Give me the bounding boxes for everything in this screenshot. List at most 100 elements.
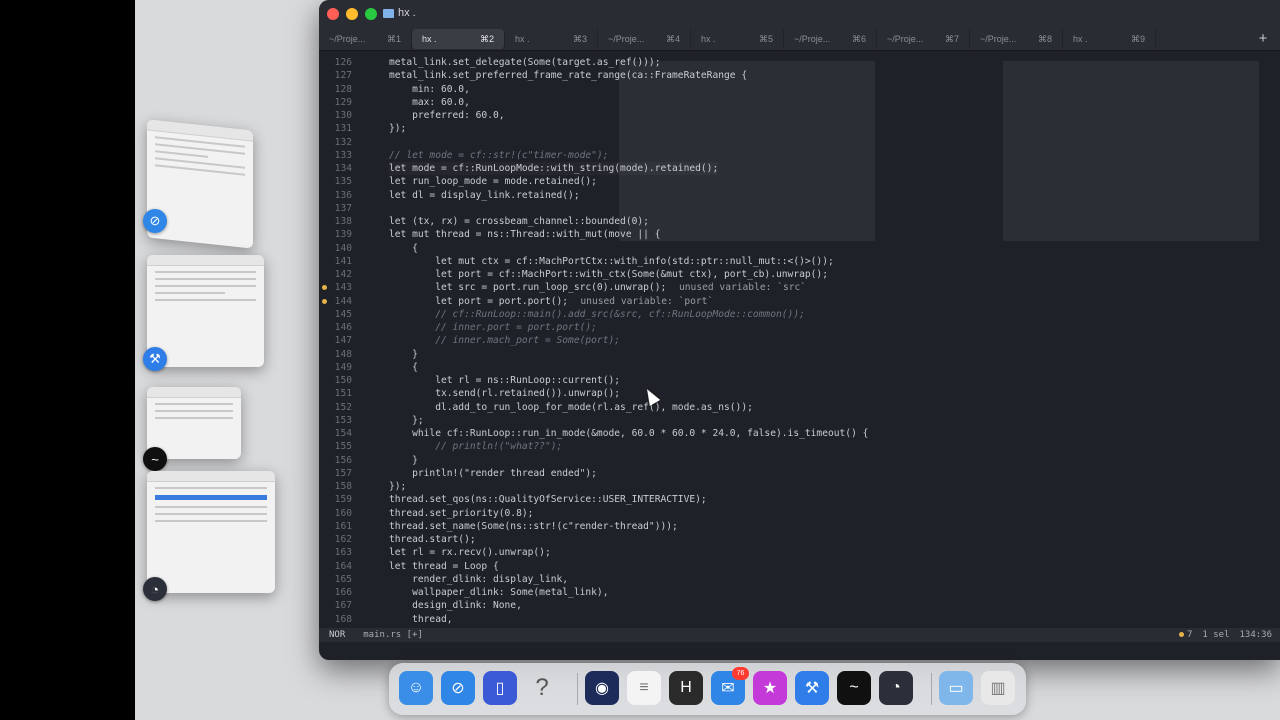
line-number: 126 xyxy=(334,57,352,68)
dock-app-store-like-icon[interactable]: ▯ xyxy=(483,671,517,705)
code-line[interactable]: 136 let dl = display_link.retained(); xyxy=(319,189,1280,202)
code-line[interactable]: 153 }; xyxy=(319,414,1280,427)
dock-notes-icon[interactable]: ≡ xyxy=(627,671,661,705)
code-line[interactable]: 152 dl.add_to_run_loop_for_mode(rl.as_re… xyxy=(319,401,1280,414)
code-line[interactable]: 167 design_dlink: None, xyxy=(319,599,1280,612)
code-line[interactable]: 161 thread.set_name(Some(ns::str!(c"rende… xyxy=(319,520,1280,533)
code-text: } xyxy=(389,454,418,466)
dock-mail-icon[interactable]: ✉ 76 xyxy=(711,667,749,705)
code-line[interactable]: 126 metal_link.set_delegate(Some(target.a… xyxy=(319,56,1280,69)
code-line[interactable]: 155 // println!("what??"); xyxy=(319,440,1280,453)
code-line[interactable]: 148 } xyxy=(319,348,1280,361)
dock-downloads-folder-icon[interactable]: ▭ xyxy=(939,671,973,705)
code-text: max: 60.0, xyxy=(389,96,470,108)
line-number: 166 xyxy=(334,587,352,598)
minimize-button[interactable] xyxy=(346,8,358,20)
code-line[interactable]: 165 render_dlink: display_link, xyxy=(319,573,1280,586)
code-text: let dl = display_link.retained(); xyxy=(389,189,580,201)
stage-thumbnail-instruments[interactable] xyxy=(147,471,275,593)
tab-label: hx . xyxy=(515,34,530,44)
code-line[interactable]: 149 { xyxy=(319,361,1280,374)
code-line[interactable]: 141 let mut ctx = cf::MachPortCtx::with_… xyxy=(319,255,1280,268)
instruments-icon: ◔ xyxy=(143,577,167,601)
code-line[interactable]: 164 let thread = Loop { xyxy=(319,560,1280,573)
code-line[interactable]: 146 // inner.port = port.port(); xyxy=(319,321,1280,334)
tab-shortcut: ⌘1 xyxy=(386,33,401,44)
code-line[interactable]: 139 let mut thread = ns::Thread::with_mut… xyxy=(319,228,1280,241)
line-number: 128 xyxy=(334,83,352,95)
code-line[interactable]: 144 let port = port.port(); unused variab… xyxy=(319,295,1280,308)
line-number: 155 xyxy=(334,441,352,453)
tab-7[interactable]: ~/Proje... ⌘7 xyxy=(877,29,970,49)
zoom-button[interactable] xyxy=(365,8,377,20)
code-line[interactable]: 150 let rl = ns::RunLoop::current(); xyxy=(319,374,1280,387)
code-line[interactable]: 132 xyxy=(319,136,1280,149)
stage-thumbnail-xcode[interactable] xyxy=(147,255,264,367)
code-line[interactable]: 134 let mode = cf::RunLoopMode::with_stri… xyxy=(319,162,1280,175)
code-line[interactable]: 168 thread, xyxy=(319,613,1280,626)
code-line[interactable]: 130 preferred: 60.0, xyxy=(319,109,1280,122)
dock-xcode-beta-icon[interactable]: ⚒ xyxy=(795,671,829,705)
tab-9[interactable]: hx . ⌘9 xyxy=(1063,29,1156,49)
code-line[interactable]: 156 } xyxy=(319,454,1280,467)
line-number: 127 xyxy=(334,70,352,82)
line-number: 151 xyxy=(334,388,352,400)
tab-8[interactable]: ~/Proje... ⌘8 xyxy=(970,29,1063,49)
code-line[interactable]: 160 thread.set_priority(0.8); xyxy=(319,507,1280,520)
code-line[interactable]: 143 let src = port.run_loop_src(0).unwra… xyxy=(319,281,1280,294)
code-line[interactable]: 166 wallpaper_dlink: Some(metal_link), xyxy=(319,586,1280,599)
code-line[interactable]: 140 { xyxy=(319,242,1280,255)
code-line[interactable]: 137 xyxy=(319,202,1280,215)
tab-label: hx . xyxy=(1073,34,1088,44)
xcode-icon: ⚒ xyxy=(143,347,167,371)
code-line[interactable]: 127 metal_link.set_preferred_frame_rate_r… xyxy=(319,69,1280,82)
tab-3[interactable]: hx . ⌘3 xyxy=(505,29,598,49)
code-text: }); xyxy=(389,123,407,135)
code-line[interactable]: 151 tx.send(rl.retained()).unwrap(); xyxy=(319,387,1280,400)
line-number: 161 xyxy=(334,520,352,532)
code-line[interactable]: 142 let port = cf::MachPort::with_ctx(So… xyxy=(319,268,1280,281)
code-line[interactable]: 157 println!("render thread ended"); xyxy=(319,467,1280,480)
code-line[interactable]: 133 // let mode = cf::str!(c"timer-mode")… xyxy=(319,149,1280,162)
code-line[interactable]: 147 // inner.mach_port = Some(port); xyxy=(319,334,1280,347)
code-text: println!("render thread ended"); xyxy=(389,467,597,479)
code-text: // let mode = cf::str!(c"timer-mode"); xyxy=(389,149,609,161)
dock-safari-icon[interactable]: ⊘ xyxy=(441,671,475,705)
dock-help-icon[interactable]: ? xyxy=(525,671,559,705)
editor[interactable]: 126 metal_link.set_delegate(Some(target.a… xyxy=(319,51,1280,631)
line-number: 156 xyxy=(334,454,352,466)
tab-2[interactable]: hx . ⌘2 xyxy=(412,29,505,49)
code-line[interactable]: 154 while cf::RunLoop::run_in_mode(&mode… xyxy=(319,427,1280,440)
dock-trash-icon[interactable]: ▥ xyxy=(981,671,1015,705)
code-text: tx.send(rl.retained()).unwrap(); xyxy=(389,388,621,400)
dock-instruments-icon[interactable]: ◔ xyxy=(879,671,913,705)
close-button[interactable] xyxy=(327,8,339,20)
dock-chat-icon[interactable]: ◉ xyxy=(585,671,619,705)
code-line[interactable]: 162 thread.start(); xyxy=(319,533,1280,546)
dock-finder-icon[interactable]: ☺ xyxy=(399,671,433,705)
dock-helix-icon[interactable]: H xyxy=(669,671,703,705)
code-line[interactable]: 135 let run_loop_mode = mode.retained(); xyxy=(319,175,1280,188)
code-line[interactable]: 131}); xyxy=(319,122,1280,135)
dock-star-app-icon[interactable]: ★ xyxy=(753,671,787,705)
code-line[interactable]: 158}); xyxy=(319,480,1280,493)
tab-label: ~/Proje... xyxy=(329,34,366,44)
code-line[interactable]: 145 // cf::RunLoop::main().add_src(&src,… xyxy=(319,308,1280,321)
code-line[interactable]: 129 max: 60.0, xyxy=(319,96,1280,109)
tab-6[interactable]: ~/Proje... ⌘6 xyxy=(784,29,877,49)
new-tab-button[interactable]: + xyxy=(1254,30,1272,48)
code-line[interactable]: 138 let (tx, rx) = crossbeam_channel::bou… xyxy=(319,215,1280,228)
tab-1[interactable]: ~/Proje... ⌘1 xyxy=(319,29,412,49)
code-line[interactable]: 163 let rl = rx.recv().unwrap(); xyxy=(319,546,1280,559)
line-number: 134 xyxy=(334,163,352,174)
line-number: 168 xyxy=(334,613,352,625)
title-bar[interactable]: hx . xyxy=(319,0,1280,28)
code-line[interactable]: 128 min: 60.0, xyxy=(319,83,1280,96)
code-line[interactable]: 159 thread.set_qos(ns::QualityOfService::… xyxy=(319,493,1280,506)
terminal-window: hx . ~/Proje... ⌘1 hx . ⌘2 hx . ⌘3 ~/Proje... ⌘… xyxy=(319,0,1280,660)
dock: ☺ ⊘ ▯? ◉ ≡ H ✉ 76 ★ ⚒ ~ ◔ ▭ ▥ xyxy=(389,663,1026,715)
tab-4[interactable]: ~/Proje... ⌘4 xyxy=(598,29,691,49)
line-number: 165 xyxy=(334,573,352,585)
tab-5[interactable]: hx . ⌘5 xyxy=(691,29,784,49)
dock-activity-monitor-icon[interactable]: ~ xyxy=(837,671,871,705)
